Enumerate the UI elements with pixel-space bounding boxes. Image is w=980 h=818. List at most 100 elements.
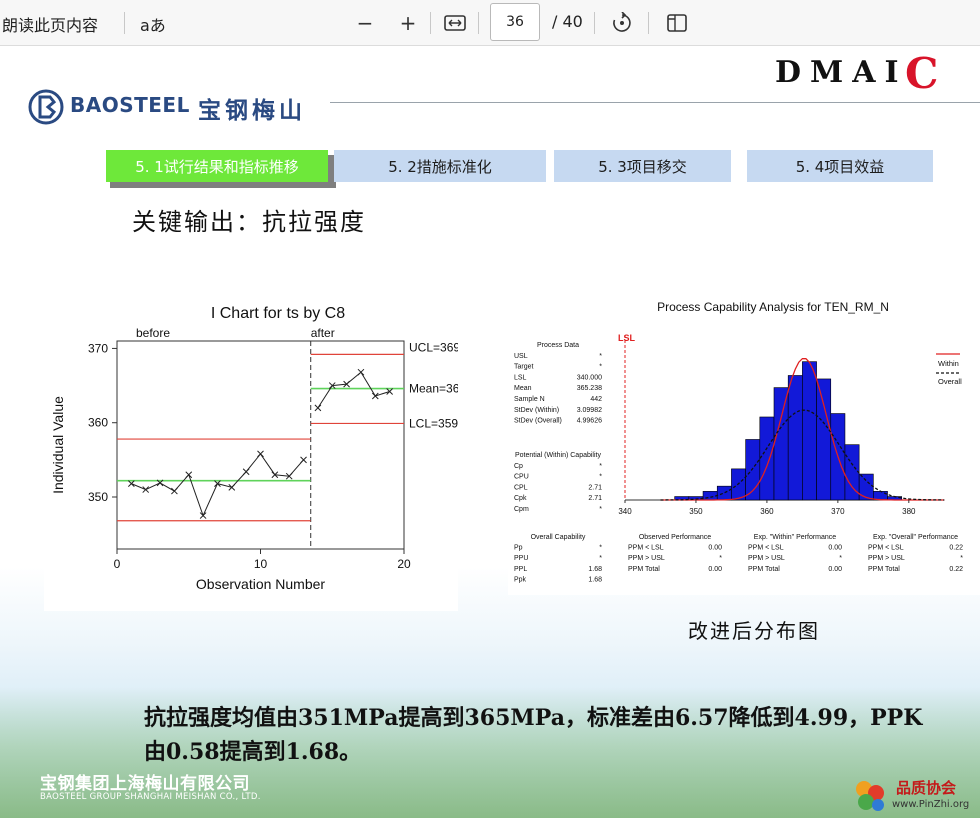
histogram-bar xyxy=(716,485,732,501)
overall-performance-value: * xyxy=(960,555,963,562)
process-data-value: 3.09982 xyxy=(577,407,602,414)
process-data-label: Target xyxy=(514,364,534,371)
overall-performance-value: 0.22 xyxy=(949,566,963,573)
process-data-label: Sample N xyxy=(514,396,545,403)
histogram-bar xyxy=(816,378,832,501)
overall-performance-label: PPM Total xyxy=(868,566,900,573)
overall-capability-label: Pp xyxy=(514,545,523,552)
observed-performance-value: * xyxy=(719,555,722,562)
data-series-before xyxy=(131,453,304,517)
overall-performance-value: 0.22 xyxy=(949,545,963,552)
read-aloud-button[interactable]: 朗读此页内容 xyxy=(2,12,98,36)
capability-chart: Process Capability Analysis for TEN_RM_N… xyxy=(508,295,980,595)
rotate-button[interactable] xyxy=(607,8,637,38)
page-total-label: / 40 xyxy=(552,12,583,31)
x-tick-label: 360 xyxy=(760,507,774,516)
overall-capability-value: * xyxy=(599,545,602,552)
fit-width-icon xyxy=(444,15,466,31)
tab-project-handover[interactable]: 5. 3项目移交 xyxy=(554,150,731,182)
histogram-bar xyxy=(858,473,874,501)
process-data-value: 442 xyxy=(590,396,602,403)
data-point xyxy=(242,468,250,476)
potential-capability-label: CPL xyxy=(514,484,528,491)
overall-performance-label: PPM > USL xyxy=(868,555,905,562)
capability-chart-svg: Process Capability Analysis for TEN_RM_N… xyxy=(514,300,963,583)
page-view-icon xyxy=(667,14,687,32)
x-tick-label: 350 xyxy=(689,507,703,516)
within-performance-header: Exp. "Within" Performance xyxy=(754,534,836,541)
text-option-button[interactable]: aあ xyxy=(140,12,166,36)
dmaic-title: DMAI xyxy=(775,55,908,90)
histogram-bar xyxy=(773,387,789,501)
toolbar-divider xyxy=(594,12,595,34)
observed-performance-label: PPM > USL xyxy=(628,555,665,562)
page-view-button[interactable] xyxy=(662,8,692,38)
x-axis-label: Observation Number xyxy=(196,576,326,592)
x-tick-label: 20 xyxy=(397,557,411,571)
process-data-label: StDev (Within) xyxy=(514,407,559,414)
tab-standardization[interactable]: 5. 2措施标准化 xyxy=(334,150,546,182)
histogram-bar xyxy=(802,361,817,501)
data-point xyxy=(199,512,207,519)
legend-overall-label: Overall xyxy=(938,377,962,386)
i-chart-svg: I Chart for ts by C8 before after 350 360 370… xyxy=(50,305,458,592)
y-tick-label: 360 xyxy=(88,416,108,430)
phase-label-after: after xyxy=(311,326,335,340)
slide-page: DMAI C BAOSTEEL 宝钢梅山 5. 1试行结果和指标推移 5. 2措… xyxy=(0,47,980,818)
tab-project-benefits[interactable]: 5. 4项目效益 xyxy=(747,150,933,182)
potential-capability-value: 2.71 xyxy=(588,484,602,491)
toolbar-divider xyxy=(478,12,479,34)
summary-text: 抗拉强度均值由351MPa提高到365MPa，标准差由6.57降低到4.99，P… xyxy=(144,705,923,765)
header-rule xyxy=(330,102,980,103)
x-tick-label: 380 xyxy=(902,507,916,516)
toolbar-divider xyxy=(430,12,431,34)
histogram-bar xyxy=(787,375,803,501)
process-data-label: LSL xyxy=(514,374,527,381)
dmaic-c-letter: C xyxy=(905,49,939,98)
ucl-label: UCL=369.2 xyxy=(409,340,458,354)
process-data-header: Process Data xyxy=(537,342,579,349)
data-point xyxy=(300,456,307,464)
overall-capability-label: PPU xyxy=(514,555,528,562)
zoom-out-button[interactable]: − xyxy=(350,8,380,38)
process-data-value: * xyxy=(599,353,602,360)
distribution-caption: 改进后分布图 xyxy=(688,619,820,643)
phase-label-before: before xyxy=(136,326,170,340)
logo-text-en: BAOSTEEL xyxy=(70,93,190,117)
i-chart-title: I Chart for ts by C8 xyxy=(211,305,345,322)
overall-capability-value: * xyxy=(599,555,602,562)
observed-performance-header: Observed Performance xyxy=(639,534,711,541)
process-data-value: 4.99626 xyxy=(577,418,602,425)
lsl-label: LSL xyxy=(618,333,636,343)
overall-performance-header: Exp. "Overall" Performance xyxy=(873,534,958,541)
data-point xyxy=(314,404,322,412)
y-axis-label: Individual Value xyxy=(50,396,66,494)
tab-trial-results[interactable]: 5. 1试行结果和指标推移 xyxy=(106,150,328,182)
histogram-bar xyxy=(759,416,775,501)
data-point xyxy=(185,471,193,479)
zoom-in-button[interactable]: + xyxy=(393,8,423,38)
process-data-label: Mean xyxy=(514,385,532,392)
data-point xyxy=(357,368,365,376)
i-chart: I Chart for ts by C8 before after 350 360 370… xyxy=(44,301,458,611)
overall-capability-value: 1.68 xyxy=(588,566,602,573)
data-point xyxy=(228,483,236,491)
rotate-icon xyxy=(613,12,631,32)
overall-capability-label: Ppk xyxy=(514,576,527,583)
data-point xyxy=(171,487,178,495)
x-tick-label: 370 xyxy=(831,507,845,516)
page-number-input[interactable] xyxy=(490,3,540,41)
lcl-label: LCL=359.9 xyxy=(409,416,458,430)
mean-label: Mean=364.6 xyxy=(409,382,458,396)
baosteel-logo-icon xyxy=(28,89,64,125)
potential-capability-header: Potential (Within) Capability xyxy=(515,452,601,459)
potential-capability-label: Cp xyxy=(514,463,523,470)
fit-width-button[interactable] xyxy=(440,8,470,38)
within-performance-label: PPM Total xyxy=(748,566,780,573)
data-series-after xyxy=(317,371,390,409)
observed-performance-label: PPM Total xyxy=(628,566,660,573)
section-title: 关键输出：抗拉强度 xyxy=(132,208,366,236)
potential-capability-value: * xyxy=(599,474,602,481)
data-point xyxy=(257,450,264,458)
data-point xyxy=(386,388,394,395)
